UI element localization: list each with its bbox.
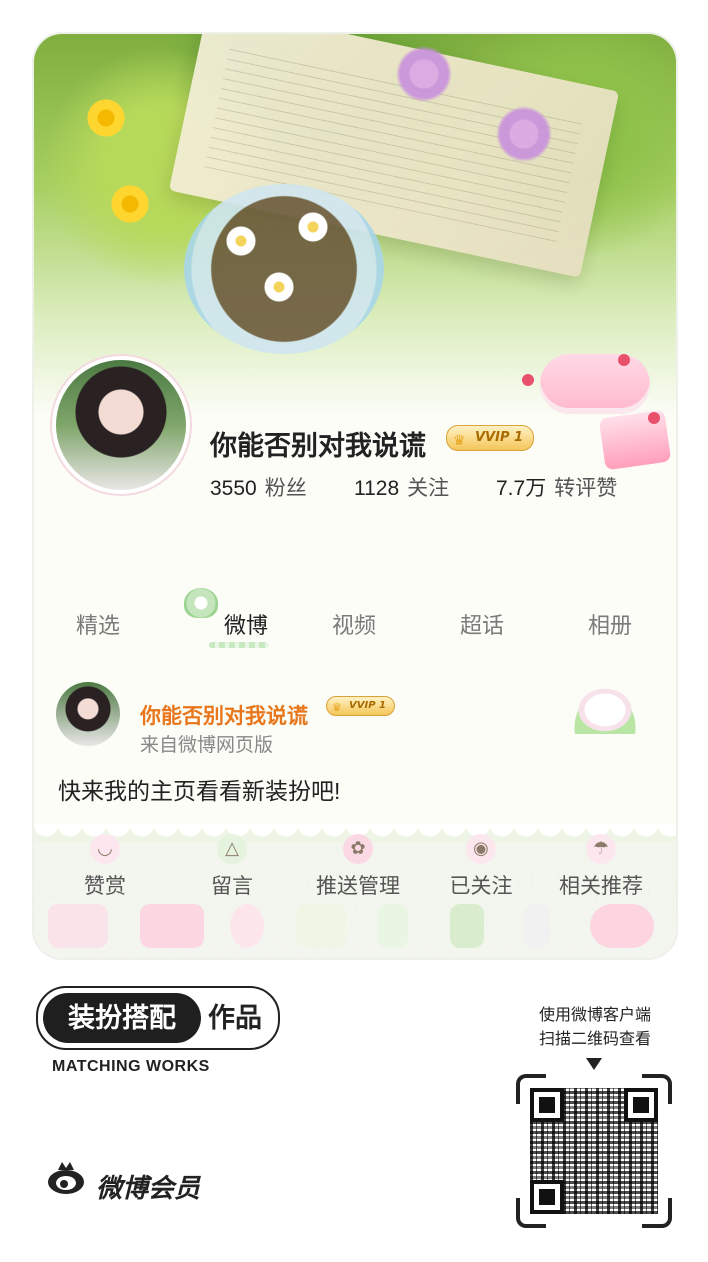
stat-following[interactable]: 1128 关注 — [354, 472, 449, 502]
post-vip-badge[interactable]: ♛ VVIP 1 — [326, 696, 395, 716]
lavender-icon — [394, 44, 454, 104]
tab-video[interactable]: 视频 — [304, 608, 404, 640]
stat-label: 粉丝 — [264, 477, 307, 500]
weibo-logo-icon — [48, 1162, 84, 1194]
avatar[interactable] — [56, 360, 186, 490]
cake-slice-decoration — [598, 409, 672, 471]
sunflower-icon — [110, 184, 150, 224]
crown-icon: ♛ — [332, 701, 342, 714]
stat-value: 1128 — [354, 477, 400, 500]
stat-fans[interactable]: 3550 粉丝 — [210, 472, 307, 502]
action-comment[interactable]: △ 留言 — [177, 834, 287, 900]
qr-caption-line: 扫描二维码查看 — [538, 1031, 651, 1048]
profile-card: 你能否别对我说谎 ♛ VVIP 1 3550 粉丝 1128 关注 7.7万 转评赞 … — [34, 34, 676, 958]
vip-label: VVIP 1 — [349, 700, 386, 711]
action-reward[interactable]: ◡ 赞赏 — [50, 834, 160, 900]
bunny-decoration — [590, 904, 654, 948]
daisy-icon — [296, 210, 330, 244]
qr-caption-line: 使用微博客户端 — [538, 1007, 651, 1024]
cherry-icon — [648, 412, 660, 424]
stat-value: 3550 — [210, 477, 257, 500]
crown-icon: ♛ — [453, 433, 466, 449]
vip-label: VVIP 1 — [475, 430, 524, 445]
daisy-icon — [262, 270, 296, 304]
post-avatar[interactable] — [56, 682, 120, 746]
cherry-icon — [618, 354, 630, 366]
stat-value: 7.7万 — [496, 477, 547, 500]
post-text[interactable]: 快来我的主页看看新装扮吧! — [58, 772, 340, 806]
weibo-vip-brand: 微博会员 — [96, 1173, 201, 1203]
action-label: 留言 — [211, 875, 253, 898]
active-tab-indicator — [209, 642, 269, 648]
teacup-decoration — [296, 904, 346, 948]
action-followed[interactable]: ◉ 已关注 — [426, 834, 536, 900]
lavender-icon — [494, 104, 554, 164]
key-decoration — [140, 904, 204, 948]
qr-finder — [624, 1088, 658, 1122]
gift-decoration — [450, 904, 484, 948]
parfait-decoration — [378, 904, 408, 948]
jar-icon: ◉ — [466, 834, 496, 864]
cup-illustration — [184, 184, 384, 354]
qr-finder — [530, 1180, 564, 1214]
profile-tabs: 精选 微博 视频 超话 相册 — [34, 588, 676, 648]
paw-decoration — [230, 904, 264, 948]
action-push-settings[interactable]: ✿ 推送管理 — [300, 834, 416, 900]
tab-super-topic[interactable]: 超话 — [432, 608, 532, 640]
action-recommend[interactable]: ☂ 相关推荐 — [546, 834, 656, 900]
daisy-icon — [224, 224, 258, 258]
action-label: 推送管理 — [316, 875, 400, 898]
cup-icon: ◡ — [90, 834, 120, 864]
milk-decoration — [524, 904, 550, 948]
stat-label: 转评赞 — [554, 477, 618, 500]
vip-badge[interactable]: ♛ VVIP 1 — [446, 425, 535, 451]
post-author[interactable]: 你能否别对我说谎 — [140, 700, 308, 730]
badge-dark-text: 装扮搭配 — [43, 993, 201, 1043]
username[interactable]: 你能否别对我说谎 — [210, 424, 426, 463]
cat-decoration — [560, 674, 650, 734]
tab-weibo[interactable]: 微博 — [196, 608, 296, 640]
rice-ball-icon: △ — [217, 834, 247, 864]
umbrella-icon: ☂ — [586, 834, 616, 864]
qr-caption: 使用微博客户端 扫描二维码查看 — [520, 1004, 670, 1052]
tab-album[interactable]: 相册 — [560, 608, 660, 640]
strawberry-decoration — [48, 904, 108, 948]
qr-code[interactable] — [516, 1074, 672, 1228]
cherry-icon — [522, 374, 534, 386]
action-label: 已关注 — [449, 875, 513, 898]
matching-works-subtitle: MATCHING WORKS — [52, 1058, 210, 1075]
stat-label: 关注 — [407, 477, 450, 500]
rose-icon: ✿ — [343, 834, 373, 864]
qr-finder — [530, 1088, 564, 1122]
arrow-down-icon — [586, 1058, 602, 1070]
action-label: 相关推荐 — [559, 875, 643, 898]
matching-works-badge: 装扮搭配 作品 — [36, 986, 280, 1050]
cake-roll-decoration — [540, 354, 650, 414]
sunflower-icon — [86, 98, 126, 138]
badge-light-text: 作品 — [208, 1003, 262, 1033]
stat-interactions[interactable]: 7.7万 转评赞 — [496, 472, 617, 502]
tab-featured[interactable]: 精选 — [48, 608, 148, 640]
post-source: 来自微博网页版 — [140, 735, 274, 756]
action-label: 赞赏 — [84, 875, 126, 898]
